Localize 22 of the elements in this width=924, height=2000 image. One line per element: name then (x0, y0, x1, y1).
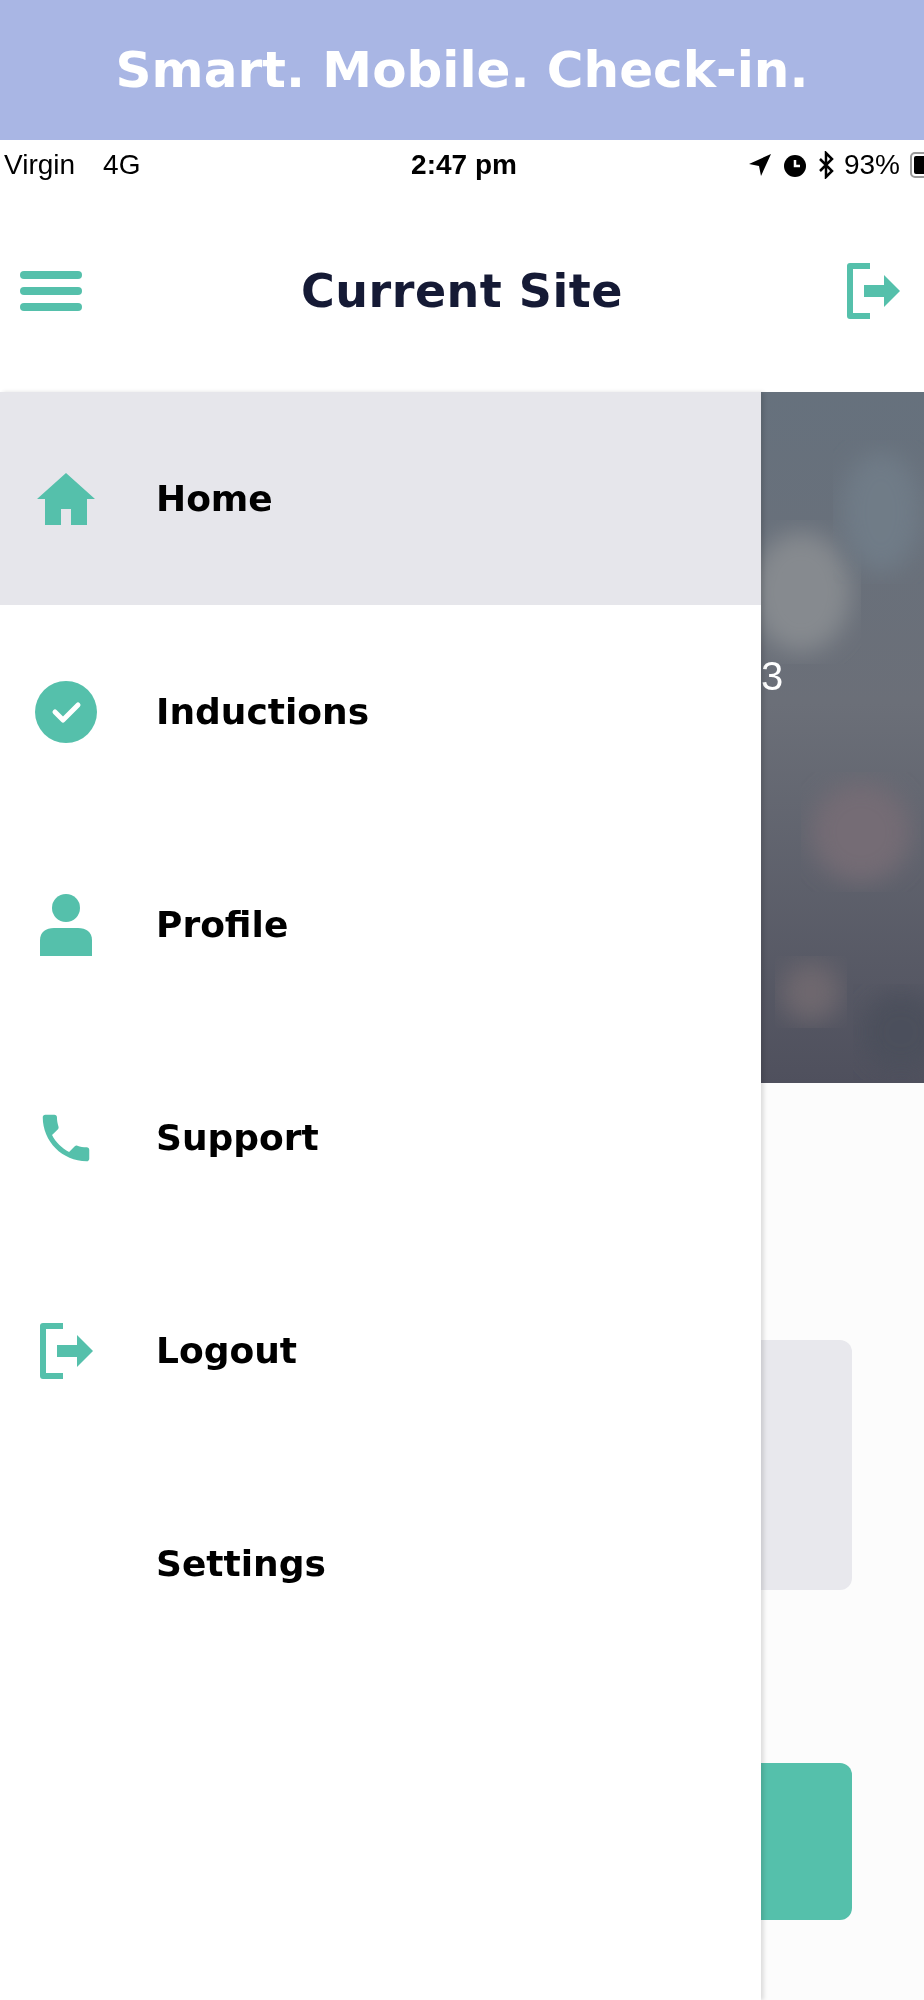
battery-icon (910, 152, 924, 178)
person-icon (40, 893, 92, 956)
menu-item[interactable]: Inductions (0, 605, 761, 818)
menu-item[interactable]: Home (0, 392, 761, 605)
location-arrow-icon (747, 153, 772, 177)
menu-item[interactable]: Settings (0, 1457, 761, 1670)
bluetooth-icon (817, 151, 834, 179)
alarm-clock-icon (781, 152, 808, 178)
menu-item[interactable]: Support (0, 1031, 761, 1244)
check-circle-icon (35, 680, 97, 743)
menu-item[interactable]: Logout (0, 1244, 761, 1457)
banner-title: Smart. Mobile. Check-in. (115, 41, 809, 99)
overlay-text: 3 (761, 654, 784, 699)
action-button[interactable] (761, 1763, 852, 1920)
carrier-name: Virgin (4, 149, 76, 181)
menu-button[interactable] (20, 271, 82, 311)
screen-title: Current Site (301, 264, 623, 318)
status-time: 2:47 pm (411, 149, 517, 181)
network-type: 4G (103, 149, 141, 181)
battery-percent: 93% (843, 149, 900, 181)
menu-item[interactable]: Profile (0, 818, 761, 1031)
home-icon (35, 470, 97, 527)
